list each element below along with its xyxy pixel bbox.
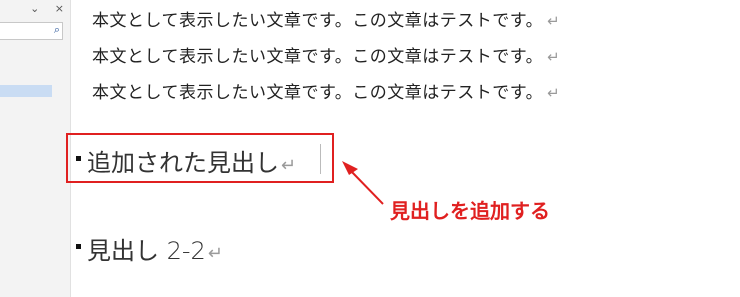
navigation-pane: ⌄ × ⌕ [0, 0, 71, 297]
nav-pane-controls: ⌄ × [18, 2, 64, 15]
paragraph-mark-icon: ↵ [547, 48, 561, 66]
document-area[interactable]: 本文として表示したい文章です。この文章はテストです。 ↵ 本文として表示したい文章… [66, 0, 740, 297]
chevron-down-icon[interactable]: ⌄ [30, 2, 39, 15]
callout-label: 見出しを追加する [390, 199, 550, 223]
close-icon[interactable]: × [55, 2, 64, 15]
paragraph-mark-icon: ↵ [547, 84, 561, 102]
search-icon[interactable]: ⌕ [54, 23, 60, 37]
nav-search-input[interactable]: ⌕ [0, 22, 63, 40]
nav-selected-item[interactable] [0, 85, 52, 97]
paragraph-mark-icon: ↵ [547, 12, 561, 30]
